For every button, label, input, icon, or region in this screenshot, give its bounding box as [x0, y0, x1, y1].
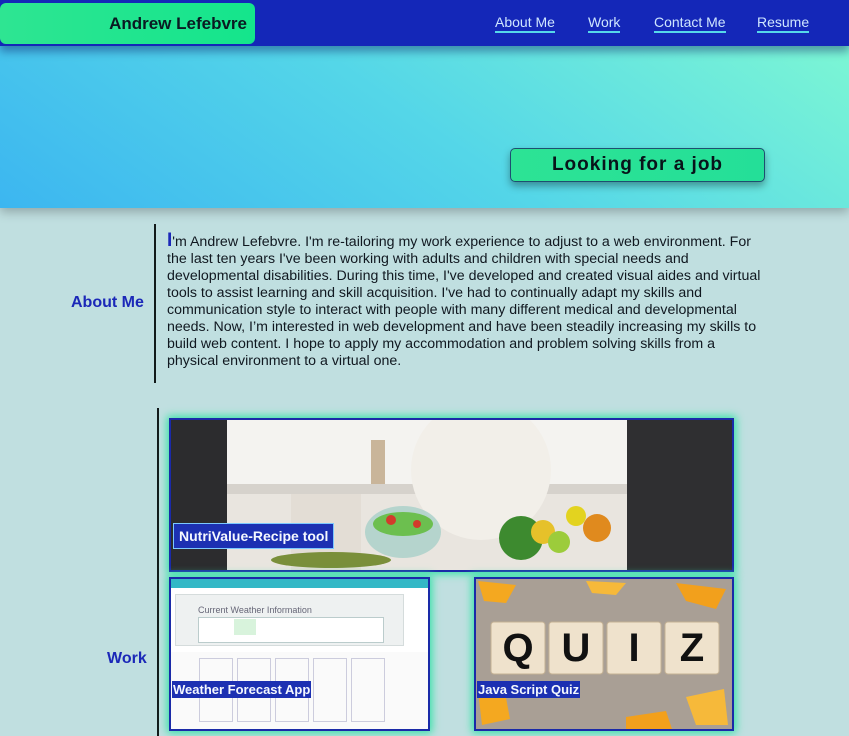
- looking-for-job-badge: Looking for a job: [510, 148, 765, 182]
- about-me-text: I'm Andrew Lefebvre. I'm re-tailoring my…: [167, 231, 769, 370]
- navbar: Andrew Lefebvre About Me Work Contact Me…: [0, 0, 849, 46]
- about-body: 'm Andrew Lefebvre. I'm re-tailoring my …: [167, 234, 761, 369]
- about-divider: [154, 224, 156, 383]
- work-divider: [157, 408, 159, 736]
- quiz-tile-q: Q: [502, 625, 534, 670]
- nav-link-resume[interactable]: Resume: [757, 14, 810, 33]
- quiz-tile-i: I: [628, 625, 640, 670]
- brand-name[interactable]: Andrew Lefebvre: [0, 3, 255, 44]
- work-heading: Work: [107, 650, 147, 667]
- weather-current-panel: Current Weather Information: [175, 594, 404, 646]
- project-card-quiz[interactable]: Q U I Z Java Script Quiz: [474, 577, 734, 731]
- project-card-weather[interactable]: Current Weather Information Weather Fore…: [169, 577, 430, 731]
- quiz-tile-z: Z: [679, 625, 705, 670]
- project-card-nutrivalue[interactable]: NutriValue-Recipe tool: [169, 418, 734, 572]
- hero-banner: Looking for a job: [0, 46, 849, 208]
- nav-link-work[interactable]: Work: [588, 14, 621, 33]
- nav-link-contact-me[interactable]: Contact Me: [654, 14, 726, 33]
- weather-header-bar: [171, 579, 428, 588]
- weather-current-heading: Current Weather Information: [198, 605, 312, 615]
- project-title-weather: Weather Forecast App: [172, 681, 312, 698]
- nav-link-about-me[interactable]: About Me: [495, 14, 555, 33]
- project-title-quiz: Java Script Quiz: [477, 681, 581, 698]
- quiz-tile-u: U: [561, 625, 591, 670]
- about-me-heading: About Me: [71, 294, 144, 311]
- project-title-nutrivalue: NutriValue-Recipe tool: [173, 523, 335, 549]
